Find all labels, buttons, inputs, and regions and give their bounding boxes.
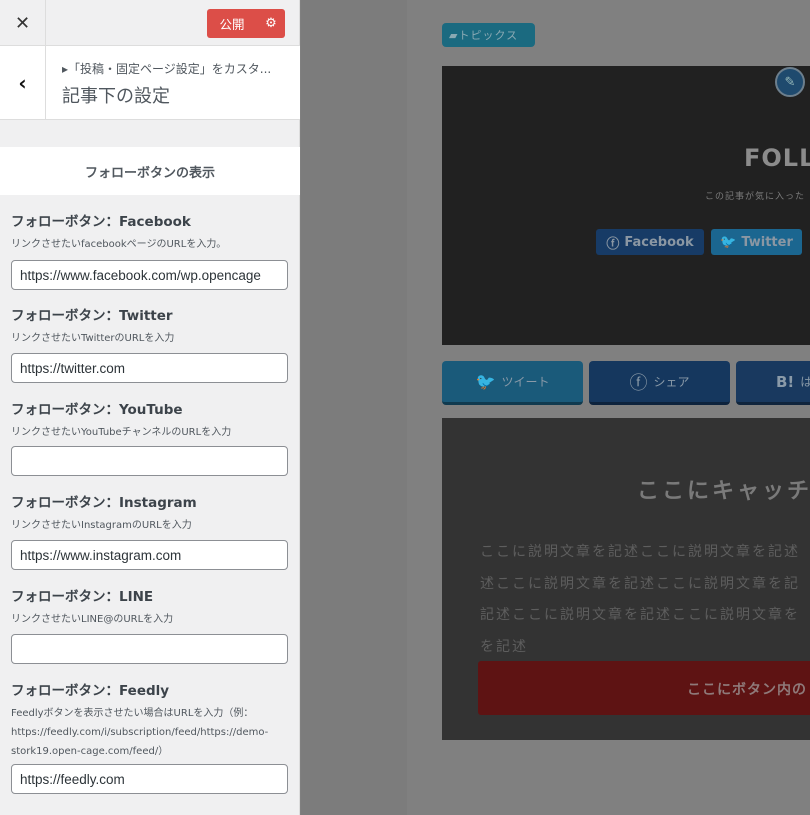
tweet-button[interactable]: 🐦 ツイート <box>442 361 583 405</box>
twitter-follow-button[interactable]: 🐦 Twitter <box>711 229 802 255</box>
close-icon[interactable]: ✕ <box>0 0 46 46</box>
facebook-url-input[interactable] <box>11 260 288 290</box>
line-url-input[interactable] <box>11 634 288 664</box>
field-label: フォローボタン：Feedly <box>11 683 170 699</box>
cta-text-line: を記述 <box>480 639 528 655</box>
twitter-url-input[interactable] <box>11 353 288 383</box>
youtube-url-input[interactable] <box>11 446 288 476</box>
cta-text-line: 述ここに説明文章を記述ここに説明文章を記 <box>480 576 800 592</box>
category-badge[interactable]: ▰ トピックス <box>442 23 535 47</box>
cta-title: ここにキャッチ <box>637 479 810 504</box>
field-label: フォローボタン：Twitter <box>11 308 173 324</box>
field-label: フォローボタン：LINE <box>11 589 154 605</box>
button-label: Facebook <box>624 234 694 250</box>
field-description: Feedlyボタンを表示させたい場合はURLを入力（例：https://feed… <box>11 708 269 757</box>
breadcrumb: ▸「投稿・固定ページ設定」をカスタ... <box>62 62 272 76</box>
follow-subtitle: この記事が気に入った <box>705 192 806 202</box>
field-label: フォローボタン：Facebook <box>11 214 191 230</box>
facebook-share-button[interactable]: ⓕ シェア <box>589 361 730 405</box>
publish-button[interactable]: 公開 ⚙ <box>207 9 285 38</box>
pencil-icon[interactable]: ✎ <box>775 67 805 97</box>
field-description: リンクさせたいTwitterのURLを入力 <box>11 333 175 344</box>
cta-text-line: 記述ここに説明文章を記述ここに説明文章を <box>480 607 800 623</box>
field-description: リンクさせたいLINE@のURLを入力 <box>11 614 174 625</box>
group-title: フォローボタンの表示 <box>0 147 300 195</box>
preview-margin <box>301 0 407 815</box>
button-label: ツイート <box>501 375 550 389</box>
button-label: Twitter <box>741 234 793 250</box>
publish-label[interactable]: 公開 <box>207 14 257 33</box>
facebook-follow-button[interactable]: ⓕ Facebook <box>596 229 704 255</box>
customizer-header: ✕ 公開 ⚙ <box>0 0 300 46</box>
facebook-icon: ⓕ <box>629 372 648 394</box>
category-label: トピックス <box>458 29 519 42</box>
feedly-url-input[interactable] <box>11 764 288 794</box>
cta-text-line: ここに説明文章を記述ここに説明文章を記述 <box>480 544 800 560</box>
field-description: リンクさせたいInstagramのURLを入力 <box>11 520 192 531</box>
follow-title: FOLL <box>744 144 810 172</box>
field-label: フォローボタン：Instagram <box>11 495 197 511</box>
button-label: は <box>800 375 810 389</box>
folder-icon: ▰ <box>449 28 459 42</box>
facebook-icon: ⓕ <box>606 236 620 252</box>
customizer-sidebar: ✕ 公開 ⚙ ‹ ▸「投稿・固定ページ設定」をカスタ... 記事下の設定 フォロ… <box>0 0 300 815</box>
follow-box <box>442 66 810 345</box>
instagram-url-input[interactable] <box>11 540 288 570</box>
button-label: シェア <box>653 375 690 389</box>
cta-button-label: ここにボタン内の <box>687 682 807 698</box>
twitter-icon: 🐦 <box>720 234 737 250</box>
page-title: 記事下の設定 <box>62 86 170 107</box>
gear-icon[interactable]: ⚙ <box>257 16 285 31</box>
field-description: リンクさせたいYouTubeチャンネルのURLを入力 <box>11 427 232 438</box>
twitter-icon: 🐦 <box>475 372 496 391</box>
hatena-icon: B! <box>776 372 795 391</box>
field-description: リンクさせたいfacebookページのURLを入力。 <box>11 239 227 250</box>
field-label: フォローボタン：YouTube <box>11 402 183 418</box>
chevron-left-icon[interactable]: ‹ <box>0 46 46 119</box>
section-header: ‹ ▸「投稿・固定ページ設定」をカスタ... 記事下の設定 <box>0 46 300 120</box>
hatena-button[interactable]: B! は <box>736 361 810 405</box>
